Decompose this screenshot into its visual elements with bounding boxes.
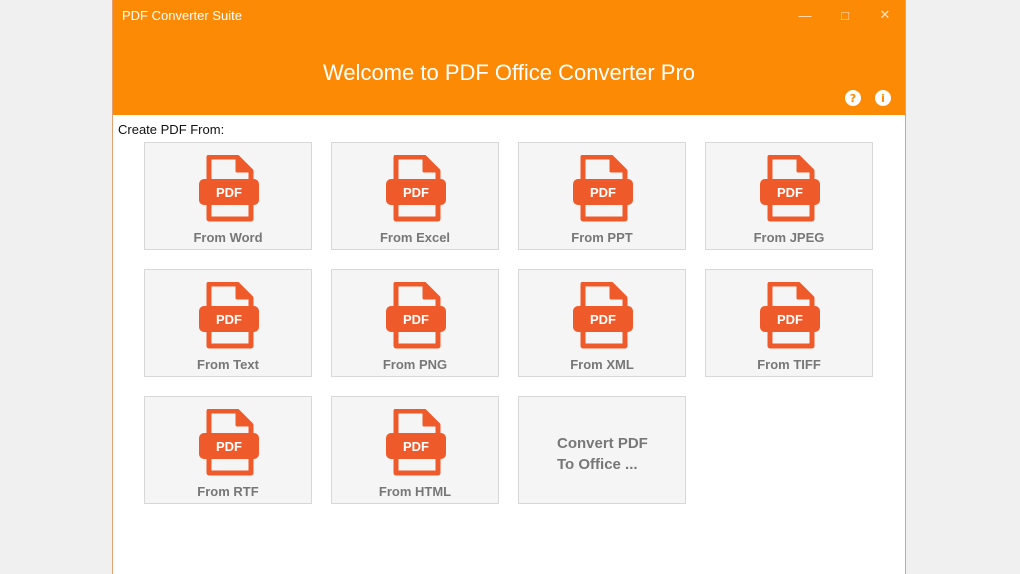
pdf-badge-text: PDF [216, 312, 242, 327]
pdf-file-icon: PDF [573, 282, 633, 349]
pdf-badge-text: PDF [590, 312, 616, 327]
tile-label: From RTF [197, 484, 259, 499]
tile-label: From PPT [571, 230, 633, 245]
tile-from-text[interactable]: PDF From Text [144, 269, 312, 377]
pdf-badge-text: PDF [777, 312, 803, 327]
app-title: PDF Converter Suite [122, 8, 242, 23]
pdf-badge-text: PDF [216, 439, 242, 454]
minimize-icon: — [798, 7, 812, 23]
header-icons: ? i [845, 90, 891, 106]
tile-from-html[interactable]: PDF From HTML [331, 396, 499, 504]
pdf-file-icon: PDF [199, 282, 259, 349]
pdf-file-icon: PDF [199, 155, 259, 222]
tile-from-xml[interactable]: PDF From XML [518, 269, 686, 377]
tile-label: From XML [570, 357, 634, 372]
tile-label: From TIFF [757, 357, 821, 372]
convert-tile-text: Convert PDF To Office ... [557, 433, 667, 475]
app-window: PDF Converter Suite — □ ✕ Welcome to PDF… [112, 0, 906, 574]
pdf-file-icon: PDF [573, 155, 633, 222]
help-icon[interactable]: ? [845, 90, 861, 106]
minimize-button[interactable]: — [785, 0, 825, 30]
pdf-file-icon: PDF [386, 282, 446, 349]
info-icon[interactable]: i [875, 90, 891, 106]
window-controls: — □ ✕ [785, 0, 905, 30]
tile-label: From Word [193, 230, 263, 245]
pdf-badge-text: PDF [777, 185, 803, 200]
pdf-badge-text: PDF [403, 185, 429, 200]
tile-label: From PNG [382, 357, 448, 372]
pdf-file-icon: PDF [386, 155, 446, 222]
pdf-badge-text: PDF [590, 185, 616, 200]
tile-label: From Excel [379, 230, 451, 245]
tile-label: From JPEG [753, 230, 825, 245]
converter-grid: PDF From Word PDF From Excel PDF From PP… [144, 142, 876, 508]
tile-from-rtf[interactable]: PDF From RTF [144, 396, 312, 504]
maximize-button[interactable]: □ [825, 0, 865, 30]
pdf-file-icon: PDF [386, 409, 446, 476]
tile-from-ppt[interactable]: PDF From PPT [518, 142, 686, 250]
welcome-heading: Welcome to PDF Office Converter Pro [322, 60, 696, 85]
screen: PDF Converter Suite — □ ✕ Welcome to PDF… [0, 0, 1020, 574]
tile-from-jpeg[interactable]: PDF From JPEG [705, 142, 873, 250]
pdf-file-icon: PDF [199, 409, 259, 476]
maximize-icon: □ [841, 7, 849, 23]
pdf-file-icon: PDF [760, 155, 820, 222]
pdf-file-icon: PDF [760, 282, 820, 349]
close-icon: ✕ [879, 7, 891, 22]
tile-from-word[interactable]: PDF From Word [144, 142, 312, 250]
pdf-badge-text: PDF [403, 312, 429, 327]
tile-from-tiff[interactable]: PDF From TIFF [705, 269, 873, 377]
pdf-badge-text: PDF [403, 439, 429, 454]
tile-from-png[interactable]: PDF From PNG [331, 269, 499, 377]
tile-from-excel[interactable]: PDF From Excel [331, 142, 499, 250]
tile-convert-pdf-to-office[interactable]: Convert PDF To Office ... [518, 396, 686, 504]
tile-label: From Text [197, 357, 259, 372]
tile-label: From HTML [378, 484, 452, 499]
header-banner: PDF Converter Suite — □ ✕ Welcome to PDF… [113, 0, 905, 115]
close-button[interactable]: ✕ [865, 0, 905, 30]
convert-line-2: To Office ... [557, 456, 638, 473]
pdf-badge-text: PDF [216, 185, 242, 200]
create-pdf-label: Create PDF From: [118, 122, 225, 137]
convert-line-1: Convert PDF [557, 435, 648, 452]
